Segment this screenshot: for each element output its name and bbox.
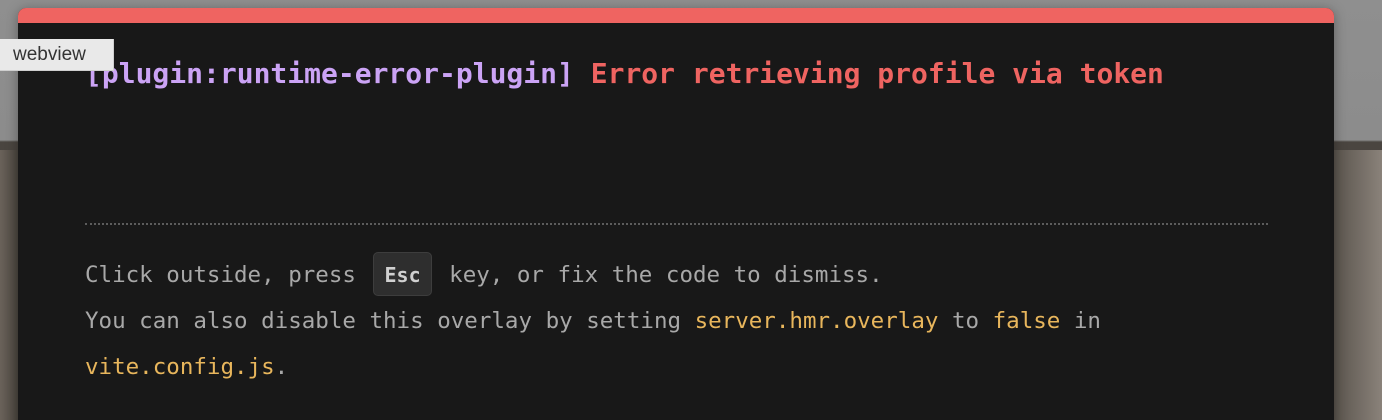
tip-text: to	[938, 308, 993, 334]
webview-label: webview	[0, 39, 114, 71]
esc-key-badge: Esc	[373, 251, 432, 296]
error-overlay: [plugin:runtime-error-plugin] Error retr…	[18, 8, 1334, 420]
tip-text: You can also disable this overlay by set…	[85, 308, 695, 334]
error-title: [plugin:runtime-error-plugin] Error retr…	[85, 54, 1265, 94]
tip-line-2: You can also disable this overlay by set…	[85, 298, 1285, 344]
tip-text: key, or fix the code to dismiss.	[435, 262, 883, 288]
background-decoration-right	[1334, 150, 1382, 420]
background-decoration-left	[0, 150, 18, 420]
config-file-code: vite.config.js	[85, 354, 275, 380]
setting-code: server.hmr.overlay	[694, 308, 939, 334]
tip-text: .	[274, 354, 289, 380]
tip-line-3: vite.config.js.	[85, 344, 1285, 390]
plugin-name: [plugin:runtime-error-plugin]	[85, 57, 574, 90]
error-accent-bar	[18, 8, 1334, 23]
divider	[85, 223, 1268, 225]
value-code: false	[992, 308, 1061, 334]
dismiss-tip: Click outside, press Esc key, or fix the…	[85, 251, 1285, 390]
tip-line-1: Click outside, press Esc key, or fix the…	[85, 251, 1285, 298]
tip-text: Click outside, press	[85, 262, 370, 288]
error-message: Error retrieving profile via token	[590, 57, 1164, 90]
tip-text: in	[1060, 308, 1101, 334]
